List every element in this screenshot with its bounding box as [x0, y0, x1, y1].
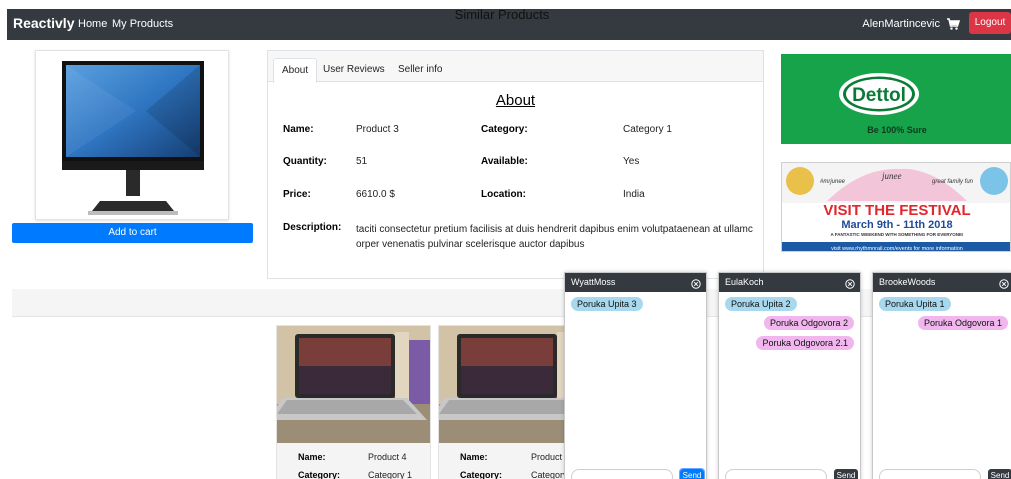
product-thumbnail: [277, 326, 430, 443]
chat-header[interactable]: WyattMoss: [565, 273, 706, 292]
ad-festival-headline: VISIT THE FESTIVAL: [823, 202, 970, 219]
similar-products-header: [12, 289, 1011, 317]
chat-message-input[interactable]: [879, 469, 981, 479]
ad-festival-subline: A FANTASTIC WEEKEND WITH SOMETHING FOR E…: [830, 232, 964, 237]
chat-message-input[interactable]: [725, 469, 827, 479]
ad-festival-tag-left: #mrjunee: [820, 179, 846, 185]
available-value: Yes: [623, 156, 640, 167]
add-to-cart-button[interactable]: Add to cart: [12, 223, 253, 243]
chat-username: EulaKoch: [725, 277, 764, 287]
chat-window-wyattmoss: WyattMoss Poruka Upita 3 Send: [564, 272, 707, 479]
product-category-label: Category:: [460, 470, 503, 479]
similar-products-title: Similar Products: [454, 7, 550, 22]
price-value: 6610.0 $: [356, 189, 395, 200]
category-label: Category:: [481, 124, 528, 135]
ad-dettol-tagline: Be 100% Sure: [867, 125, 927, 135]
send-button[interactable]: Send: [988, 469, 1011, 479]
name-label: Name:: [283, 124, 314, 135]
ad-festival-footer: visit www.rhythmnrail.com/events for mor…: [831, 246, 963, 252]
message-outgoing: Poruka Odgovora 2: [763, 316, 854, 330]
send-button[interactable]: Send: [834, 469, 858, 479]
available-label: Available:: [481, 156, 528, 167]
tabs-bar: About User Reviews Seller info: [268, 51, 763, 83]
tab-seller-info[interactable]: Seller info: [390, 58, 450, 82]
chat-username: WyattMoss: [571, 277, 616, 287]
product-info: Name: Product 4 Category: Category 1: [277, 443, 430, 479]
category-value: Category 1: [623, 124, 672, 135]
product-card[interactable]: Name: Product 4 Category: Category 1: [276, 325, 431, 479]
name-value: Product 3: [356, 124, 399, 135]
ad-festival-tag-right: great family fun: [932, 179, 974, 185]
price-label: Price:: [283, 189, 311, 200]
description-label: Description:: [283, 222, 342, 233]
chat-window-eulakoch: EulaKoch Poruka Upita 2 Poruka Odgovora …: [718, 272, 861, 479]
tab-user-reviews[interactable]: User Reviews: [315, 58, 393, 82]
tab-about[interactable]: About: [273, 58, 318, 83]
product-name-label: Name:: [298, 452, 326, 462]
message-incoming: Poruka Upita 3: [571, 297, 643, 311]
ad-dettol-banner[interactable]: Dettol Be 100% Sure: [781, 54, 1011, 144]
description-value: taciti consectetur pretium facilisis at …: [356, 224, 753, 250]
chat-window-brookewoods: BrookeWoods Poruka Upita 1 Poruka Odgovo…: [872, 272, 1011, 479]
ad-dettol-brand: Dettol: [852, 85, 906, 106]
ad-festival-brand: junee: [881, 171, 902, 181]
chat-username: BrookeWoods: [879, 277, 936, 287]
location-value: India: [623, 189, 645, 200]
ad-festival-dates: March 9th - 11th 2018: [841, 219, 952, 231]
product-category-value: Category: [531, 470, 568, 479]
product-image: [35, 50, 229, 220]
chat-header[interactable]: EulaKoch: [719, 273, 860, 292]
close-icon[interactable]: [999, 277, 1009, 289]
product-details-card: About User Reviews Seller info About Nam…: [267, 50, 764, 279]
message-outgoing: Poruka Odgovora 1: [917, 316, 1008, 330]
ad-festival-banner[interactable]: #mrjunee junee great family fun VISIT TH…: [781, 162, 1011, 252]
product-category-value: Category 1: [368, 470, 413, 479]
quantity-value: 51: [356, 156, 368, 167]
section-title: About: [495, 92, 536, 109]
message-incoming: Poruka Upita 1: [879, 297, 951, 311]
chat-message-input[interactable]: [571, 469, 673, 479]
product-name-value: Product 4: [368, 452, 407, 462]
message-outgoing: Poruka Odgovora 2.1: [756, 336, 854, 350]
product-category-label: Category:: [298, 470, 341, 479]
product-name-label: Name:: [460, 452, 488, 462]
message-incoming: Poruka Upita 2: [725, 297, 797, 311]
close-icon[interactable]: [845, 277, 855, 289]
send-button[interactable]: Send: [679, 468, 705, 479]
chat-header[interactable]: BrookeWoods: [873, 273, 1011, 292]
location-label: Location:: [481, 189, 526, 200]
close-icon[interactable]: [691, 277, 701, 289]
quantity-label: Quantity:: [283, 156, 327, 167]
